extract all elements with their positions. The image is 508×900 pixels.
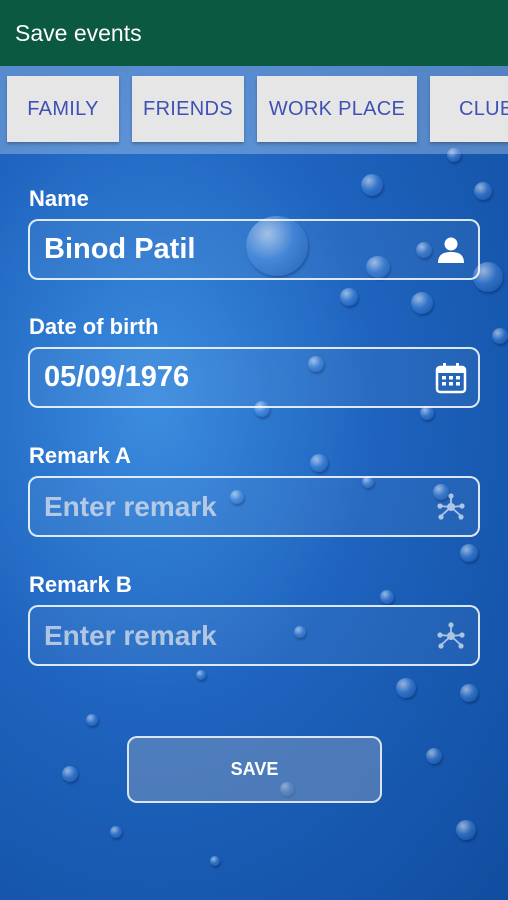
name-field[interactable]: Binod Patil xyxy=(28,219,480,280)
tab-work-place[interactable]: WORK PLACE xyxy=(257,76,417,142)
calendar-icon[interactable] xyxy=(434,361,468,395)
remark-b-input[interactable] xyxy=(44,619,414,652)
share-nodes-icon[interactable] xyxy=(434,490,468,524)
dob-value: 05/09/1976 xyxy=(44,361,190,393)
save-button[interactable]: SAVE xyxy=(127,736,382,803)
remark-b-field[interactable] xyxy=(28,605,480,666)
dob-label: Date of birth xyxy=(29,314,159,339)
share-nodes-icon[interactable] xyxy=(434,619,468,653)
app-bar: Save events xyxy=(0,0,508,66)
remark-a-label: Remark A xyxy=(29,443,131,468)
remark-b-label: Remark B xyxy=(29,572,132,597)
tab-friends[interactable]: FRIENDS xyxy=(132,76,244,142)
remark-a-input[interactable] xyxy=(44,490,414,523)
person-icon[interactable] xyxy=(434,233,468,267)
name-label: Name xyxy=(29,186,89,211)
app-title: Save events xyxy=(15,19,142,46)
category-tabs: FAMILY FRIENDS WORK PLACE CLUB xyxy=(0,66,508,154)
dob-field[interactable]: 05/09/1976 xyxy=(28,347,480,408)
tab-family[interactable]: FAMILY xyxy=(7,76,119,142)
remark-a-field[interactable] xyxy=(28,476,480,537)
name-value: Binod Patil xyxy=(44,233,196,265)
tab-club[interactable]: CLUB xyxy=(430,76,508,142)
